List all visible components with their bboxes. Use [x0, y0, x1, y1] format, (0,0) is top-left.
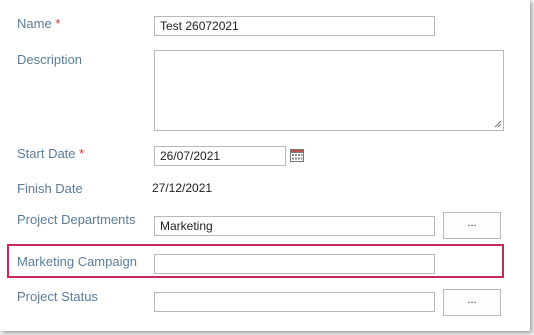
project-status-browse-button[interactable]: ... [443, 289, 501, 316]
start-date-required-mark: * [79, 146, 85, 161]
description-textarea[interactable] [154, 50, 504, 131]
project-departments-input[interactable] [154, 216, 435, 236]
form-panel: Name * Description Start Date * Finish D… [0, 0, 530, 331]
finish-date-value: 27/12/2021 [152, 181, 213, 195]
resize-grip-icon[interactable] [494, 120, 502, 128]
project-status-label: Project Status [17, 289, 98, 304]
marketing-campaign-input[interactable] [154, 254, 435, 274]
name-required-mark: * [55, 16, 61, 31]
marketing-campaign-label: Marketing Campaign [17, 254, 137, 269]
project-status-input[interactable] [154, 292, 435, 312]
start-date-label-text: Start Date [17, 146, 76, 161]
name-label: Name * [17, 16, 60, 31]
project-departments-browse-button[interactable]: ... [443, 212, 501, 239]
name-label-text: Name [17, 16, 52, 31]
project-departments-label: Project Departments [17, 212, 136, 227]
name-input[interactable] [154, 16, 435, 36]
start-date-label: Start Date * [17, 146, 84, 161]
calendar-icon[interactable] [290, 149, 304, 162]
description-label: Description [17, 52, 83, 67]
start-date-input[interactable] [154, 146, 286, 166]
finish-date-label: Finish Date [17, 181, 83, 196]
